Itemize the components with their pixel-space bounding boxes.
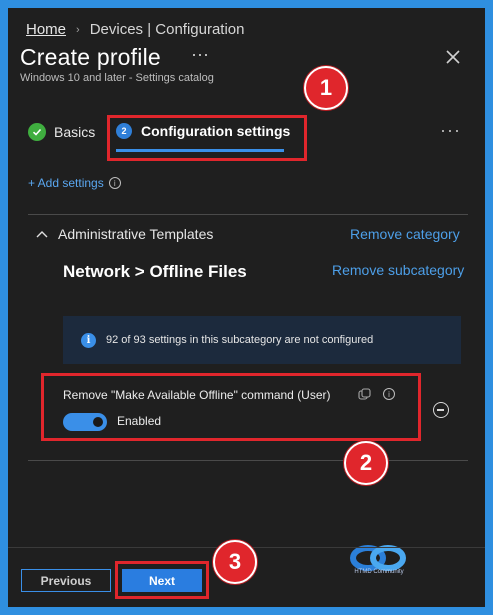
breadcrumb-home-link[interactable]: Home [26,21,66,38]
page-title: Create profile [20,44,161,70]
info-icon: i [81,332,96,348]
callout-number-badge: 3 [213,540,257,584]
info-icon[interactable]: i [108,177,121,189]
category-name: Administrative Templates [58,226,214,242]
create-profile-panel: Home › Devices | Configuration Create pr… [8,8,485,607]
close-icon[interactable] [444,48,462,66]
ellipsis-icon[interactable]: ··· [440,120,461,141]
breadcrumb: Home › Devices | Configuration [26,21,245,38]
remove-subcategory-link[interactable]: Remove subcategory [332,262,464,278]
watermark-text: HTMD Community [354,569,404,575]
add-settings-link[interactable]: + Add settings i [28,176,121,190]
info-banner: i 92 of 93 settings in this subcategory … [63,316,461,364]
page-subtitle: Windows 10 and later - Settings catalog [20,72,214,84]
callout-number-badge: 2 [344,441,388,485]
info-banner-text: 92 of 93 settings in this subcategory ar… [106,334,374,346]
previous-button[interactable]: Previous [21,569,111,592]
remove-setting-icon[interactable] [433,402,449,418]
callout-highlight-box [41,373,421,441]
add-settings-label: + Add settings [28,176,104,190]
category-header[interactable]: Administrative Templates [36,226,213,242]
tab-basics-label: Basics [54,124,96,140]
callout-number-badge: 1 [304,66,348,110]
callout-highlight-box [107,115,307,161]
more-options-icon[interactable]: ··· [191,44,209,65]
subcategory-title: Network > Offline Files [63,262,247,281]
divider [28,214,468,215]
divider [28,460,468,461]
tab-basics[interactable]: Basics [28,123,95,141]
remove-category-link[interactable]: Remove category [350,226,460,242]
chevron-up-icon[interactable] [36,230,48,238]
checkmark-icon [28,123,46,141]
chevron-right-icon: › [76,23,80,36]
callout-highlight-box [115,561,209,599]
breadcrumb-current: Devices | Configuration [89,21,245,38]
